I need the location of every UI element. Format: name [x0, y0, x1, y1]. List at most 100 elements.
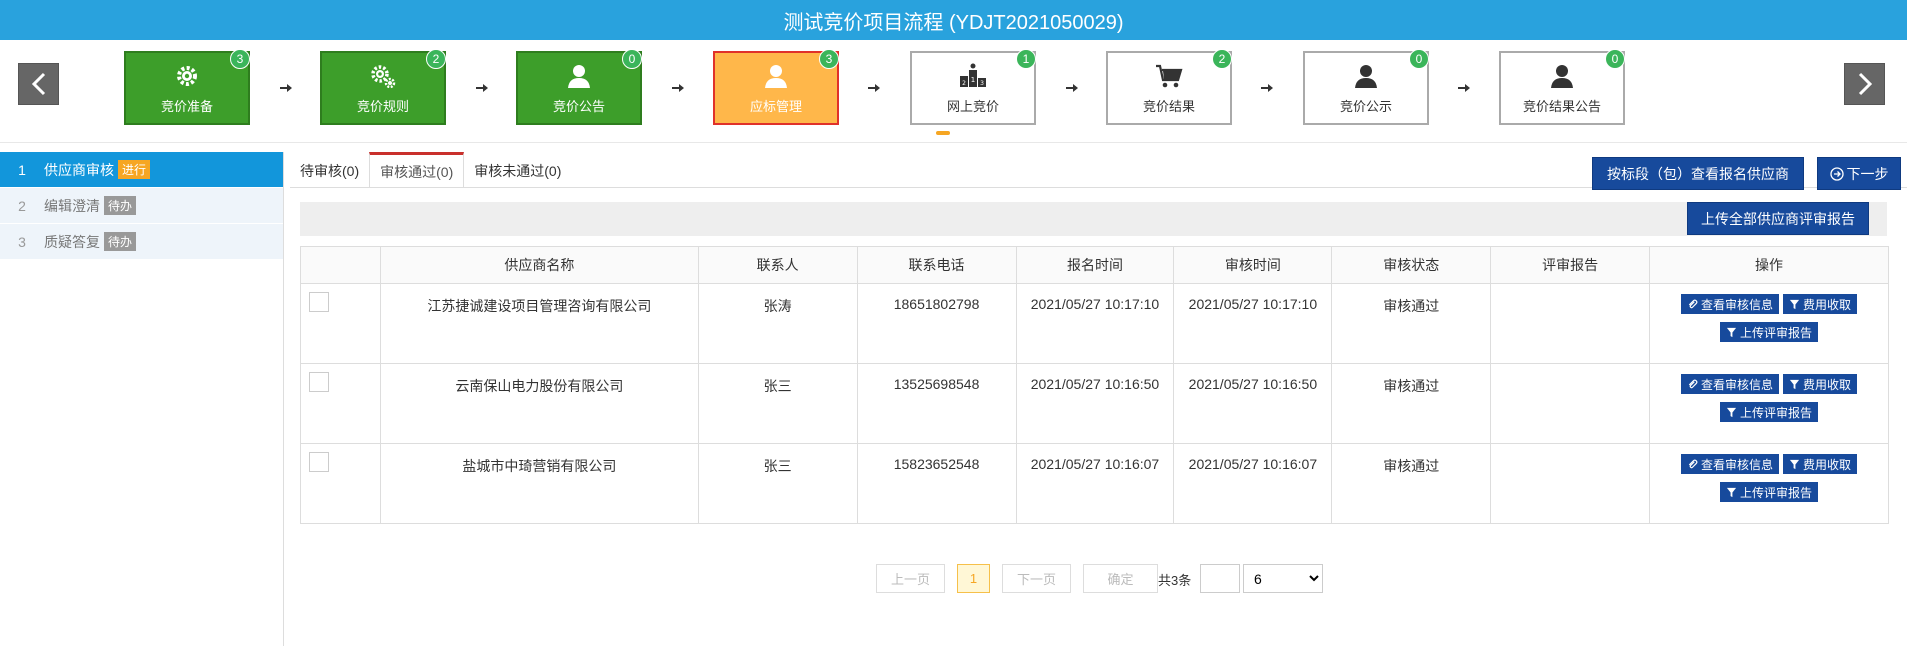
fee-collection-button[interactable]: 费用收取: [1783, 374, 1858, 394]
row-checkbox[interactable]: [309, 292, 329, 312]
column-header: 联系人: [697, 246, 858, 284]
audit-status: 审核通过: [1331, 283, 1492, 364]
paperclip-icon: [1688, 459, 1698, 468]
step-count-badge: 0: [622, 49, 642, 69]
view-audit-info-button[interactable]: 查看审核信息: [1681, 374, 1780, 394]
step-count-badge: 3: [230, 49, 250, 69]
filter-icon: [1726, 327, 1737, 337]
filter-icon: [1789, 299, 1800, 309]
supplier-name: 江苏捷诚建设项目管理咨询有限公司: [379, 283, 699, 364]
arrow-right-icon: [672, 84, 684, 92]
audit-time: 2021/05/27 10:16:50: [1173, 363, 1333, 444]
signup-time: 2021/05/27 10:17:10: [1015, 283, 1175, 364]
step-bidding-notice[interactable]: 竞价公告 0: [516, 49, 642, 125]
review-report: [1490, 363, 1651, 444]
table-row: 江苏捷诚建设项目管理咨询有限公司 张涛 18651802798 2021/05/…: [300, 283, 1889, 364]
upload-review-report-button[interactable]: 上传评审报告: [1720, 482, 1819, 502]
step-label: 竞价结果公告: [1522, 98, 1601, 114]
step-label: 竞价公告: [552, 98, 605, 114]
svg-text:3: 3: [980, 80, 984, 87]
step-count-badge: 0: [1409, 49, 1429, 69]
step-bidding-publicity[interactable]: 竞价公示 0: [1303, 49, 1429, 125]
page-number-current[interactable]: 1: [957, 564, 990, 593]
filter-icon: [1789, 459, 1800, 469]
audit-time: 2021/05/27 10:16:07: [1173, 443, 1333, 524]
step-label: 网上竞价: [946, 98, 999, 114]
chevron-left-icon: [31, 72, 45, 96]
page-title: 测试竞价项目流程 (YDJT2021050029): [0, 0, 1907, 40]
upload-review-report-button[interactable]: 上传评审报告: [1720, 402, 1819, 422]
arrow-right-icon: [1458, 84, 1470, 92]
column-header: 评审报告: [1490, 246, 1651, 284]
row-checkbox[interactable]: [309, 372, 329, 392]
step-bidding-rules[interactable]: 竞价规则 2: [320, 49, 446, 125]
fee-collection-button[interactable]: 费用收取: [1783, 294, 1858, 314]
step-result-announcement[interactable]: 竞价结果公告 0: [1499, 49, 1625, 125]
view-audit-info-button[interactable]: 查看审核信息: [1681, 294, 1780, 314]
filter-icon: [1789, 379, 1800, 389]
step-bid-management[interactable]: 应标管理 3: [713, 49, 839, 125]
column-header: 报名时间: [1015, 246, 1175, 284]
view-suppliers-by-section-button[interactable]: 按标段（包）查看报名供应商: [1592, 157, 1804, 190]
upload-review-report-button[interactable]: 上传评审报告: [1720, 322, 1819, 342]
upload-review-report-label: 上传评审报告: [1740, 405, 1813, 420]
arrow-right-icon: [868, 84, 880, 92]
fee-collection-label: 费用收取: [1803, 457, 1852, 472]
sidebar-item-edit-clarification[interactable]: 2 编辑澄清 待办: [0, 188, 283, 224]
total-count: 共3条: [1158, 573, 1192, 588]
process-steps-bar: 竞价准备 3 竞价规则 2 竞价公告 0 应标管理 3 123 网上竞价 1 竞…: [0, 40, 1907, 143]
sidebar-item-supplier-review[interactable]: 1 供应商审核 进行: [0, 152, 283, 188]
upload-all-reports-button[interactable]: 上传全部供应商评审报告: [1687, 202, 1869, 235]
sidebar-item-label: 供应商审核: [44, 161, 114, 178]
step-label: 竞价准备: [160, 98, 213, 114]
paperclip-icon: [1688, 299, 1698, 308]
audit-status: 审核通过: [1331, 443, 1492, 524]
view-audit-info-button[interactable]: 查看审核信息: [1681, 454, 1780, 474]
step-count-badge: 2: [426, 49, 446, 69]
sub-step-sidebar: 1 供应商审核 进行 2 编辑澄清 待办 3 质疑答复 待办: [0, 152, 284, 646]
fee-collection-button[interactable]: 费用收取: [1783, 454, 1858, 474]
status-badge: 待办: [104, 196, 137, 215]
step-label: 竞价结果: [1142, 98, 1195, 114]
audit-time: 2021/05/27 10:17:10: [1173, 283, 1333, 364]
column-header: 审核状态: [1331, 246, 1492, 284]
arrow-right-icon: [1066, 84, 1078, 92]
upload-review-report-label: 上传评审报告: [1740, 325, 1813, 340]
prev-page-button[interactable]: 上一页: [876, 564, 945, 593]
sidebar-item-number: 3: [18, 233, 26, 250]
next-page-button[interactable]: 下一页: [1002, 564, 1071, 593]
tab-review-failed[interactable]: 审核未通过(0): [464, 152, 571, 188]
prev-steps-button[interactable]: [18, 63, 59, 105]
user-icon: [1547, 62, 1577, 90]
audit-status: 审核通过: [1331, 363, 1492, 444]
toolbar-strip: [300, 202, 1887, 236]
page-jump-input[interactable]: [1200, 564, 1240, 593]
sidebar-item-number: 1: [18, 161, 26, 178]
sidebar-item-query-reply[interactable]: 3 质疑答复 待办: [0, 224, 283, 260]
step-bidding-preparation[interactable]: 竞价准备 3: [124, 49, 250, 125]
signup-time: 2021/05/27 10:16:50: [1015, 363, 1175, 444]
status-badge: 待办: [104, 232, 137, 251]
next-step-button[interactable]: 下一步: [1817, 157, 1901, 190]
filter-icon: [1726, 487, 1737, 497]
review-report: [1490, 443, 1651, 524]
cart-icon: [1154, 62, 1184, 90]
user-icon: [1351, 62, 1381, 90]
step-count-badge: 1: [1016, 49, 1036, 69]
tab-review-passed[interactable]: 审核通过(0): [369, 152, 465, 188]
arrow-right-icon: [476, 84, 488, 92]
next-steps-button[interactable]: [1844, 63, 1885, 105]
step-online-bidding[interactable]: 123 网上竞价 1: [910, 49, 1036, 125]
paperclip-icon: [1688, 379, 1698, 388]
step-bidding-result[interactable]: 竞价结果 2: [1106, 49, 1232, 125]
arrow-right-icon: [280, 84, 292, 92]
contact-phone: 18651802798: [856, 283, 1017, 364]
confirm-page-button[interactable]: 确定: [1083, 564, 1158, 593]
page-size-select[interactable]: 6: [1243, 564, 1323, 593]
view-audit-info-label: 查看审核信息: [1701, 457, 1774, 472]
row-actions: 查看审核信息 费用收取 上传评审报告: [1649, 283, 1889, 364]
svg-text:1: 1: [971, 76, 975, 84]
podium-icon: 12 3: [958, 62, 988, 90]
tab-pending-review[interactable]: 待审核(0): [290, 152, 369, 188]
row-checkbox[interactable]: [309, 452, 329, 472]
